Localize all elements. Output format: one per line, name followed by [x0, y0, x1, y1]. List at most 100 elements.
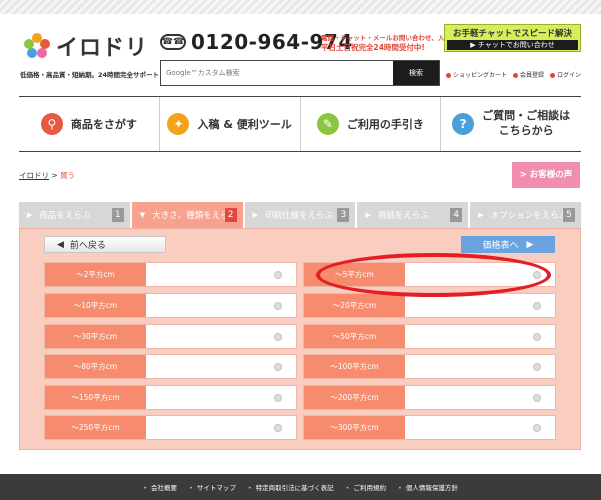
register-link[interactable]: 会員登録	[513, 70, 544, 79]
nav-item-guide[interactable]: ✎ ご利用の手引き	[301, 97, 442, 151]
step-number: 5	[562, 208, 575, 222]
step-label: 印刷仕様をえらぶ	[264, 211, 333, 221]
radio-button[interactable]	[274, 363, 282, 371]
nav-item-tools[interactable]: ✦ 入稿 & 便利ツール	[160, 97, 301, 151]
step-1[interactable]: ▶ 商品をえらぶ 1	[19, 202, 132, 228]
radio-button[interactable]	[274, 424, 282, 432]
breadcrumb-sep: >	[49, 171, 61, 180]
search-bar: 検索	[160, 60, 440, 86]
radio-button[interactable]	[533, 424, 541, 432]
bullet-icon	[446, 73, 451, 78]
radio-button[interactable]	[274, 271, 282, 279]
step-label: 用紙をえらぶ	[377, 211, 429, 221]
size-option[interactable]: 〜2平方cm	[44, 262, 297, 287]
logo[interactable]: イロドリ	[24, 30, 148, 62]
radio-button[interactable]	[533, 302, 541, 310]
size-option[interactable]: 〜250平方cm	[44, 415, 297, 440]
triangle-right-icon: ▶	[365, 211, 371, 219]
logo-flower-icon	[24, 33, 50, 59]
option-label: 〜10平方cm	[45, 294, 146, 317]
radio-button[interactable]	[274, 333, 282, 341]
option-label: 〜300平方cm	[304, 416, 405, 439]
option-label: 〜100平方cm	[304, 355, 405, 378]
option-label: 〜20平方cm	[304, 294, 405, 317]
main-nav: ⚲ 商品をさがす ✦ 入稿 & 便利ツール ✎ ご利用の手引き ? ご質問・ご相…	[19, 96, 581, 152]
radio-button[interactable]	[533, 394, 541, 402]
step-tabs: ▶ 商品をえらぶ 1 ▼ 大きさ、種類をえらぶ 2 ▶ 印刷仕様をえらぶ 3 ▶ 用紙をえらぶ…	[19, 202, 581, 228]
option-label: 〜150平方cm	[45, 386, 146, 409]
footer-link-company[interactable]: 会社概要	[143, 482, 177, 492]
size-option[interactable]: 〜50平方cm	[303, 324, 556, 349]
question-icon: ?	[452, 113, 475, 135]
top-stripe	[0, 0, 601, 14]
back-button-label: 前へ戻る	[69, 241, 106, 251]
nav-item-products[interactable]: ⚲ 商品をさがす	[19, 97, 160, 151]
size-option[interactable]: 〜150平方cm	[44, 385, 297, 410]
phone-note: 電話・チャット・メールお問い合わせ、入稿	[321, 34, 451, 42]
size-option[interactable]: 〜10平方cm	[44, 293, 297, 318]
option-label: 〜80平方cm	[45, 355, 146, 378]
nav-label: ご利用の手引き	[346, 118, 424, 131]
size-option[interactable]: 〜5平方cm	[303, 262, 556, 287]
option-label: 〜250平方cm	[45, 416, 146, 439]
size-option[interactable]: 〜300平方cm	[303, 415, 556, 440]
price-table-button[interactable]: 価格表へ ▶	[461, 236, 555, 253]
size-option[interactable]: 〜100平方cm	[303, 354, 556, 379]
step-3[interactable]: ▶ 印刷仕様をえらぶ 3	[244, 202, 358, 228]
triangle-left-icon: ◀	[57, 239, 64, 250]
pencil-icon: ✎	[316, 113, 339, 135]
breadcrumb: イロドリ > 貿う	[19, 170, 75, 181]
triangle-right-icon: ▶	[252, 211, 258, 219]
triangle-right-icon: ▶	[526, 239, 534, 250]
triangle-down-icon: ▼	[139, 211, 146, 219]
nav-label: ご質問・ご相談は こちらから	[482, 109, 571, 137]
breadcrumb-home[interactable]: イロドリ	[19, 171, 49, 180]
tagline: 低価格・高品質・短納期。24時間完全サポート	[20, 71, 160, 79]
radio-button[interactable]	[533, 271, 541, 279]
step-4[interactable]: ▶ 用紙をえらぶ 4	[357, 202, 471, 228]
lightbulb-icon: ✦	[167, 113, 190, 135]
size-option[interactable]: 〜200平方cm	[303, 385, 556, 410]
header-links: ショッピングカート 会員登録 ログイン	[446, 70, 581, 79]
back-button[interactable]: ◀ 前へ戻る	[44, 236, 166, 253]
option-label: 〜5平方cm	[304, 263, 405, 286]
nav-item-contact[interactable]: ? ご質問・ご相談は こちらから	[441, 97, 581, 151]
footer-link-terms[interactable]: ご利用規約	[346, 482, 387, 492]
radio-button[interactable]	[274, 302, 282, 310]
step-number: 3	[337, 208, 350, 222]
customer-voice-button[interactable]: > お客様の声	[512, 162, 580, 188]
search-icon: ⚲	[40, 113, 63, 135]
search-button[interactable]: 検索	[393, 61, 439, 85]
breadcrumb-current: 貿う	[60, 171, 76, 180]
step-5[interactable]: ▶ オプションをえらぶ 5	[470, 202, 581, 228]
chat-button[interactable]: ▶ チャットでお問い合わせ	[447, 40, 578, 50]
step-number: 4	[450, 208, 463, 222]
option-label: 〜50平方cm	[304, 325, 405, 348]
size-option[interactable]: 〜80平方cm	[44, 354, 297, 379]
triangle-right-icon: ▶	[27, 211, 33, 219]
logo-text: イロドリ	[56, 36, 149, 61]
footer-link-legal[interactable]: 特定商取引法に基づく表記	[248, 482, 334, 492]
cart-link[interactable]: ショッピングカート	[446, 70, 507, 79]
bullet-icon	[513, 73, 519, 78]
step-2[interactable]: ▼ 大きさ、種類をえらぶ 2	[131, 202, 245, 228]
footer-link-sitemap[interactable]: サイトマップ	[189, 482, 236, 492]
step-number: 2	[224, 208, 237, 222]
triangle-right-icon: ▶	[478, 211, 484, 219]
phone-hours: 平日土日祝完全24時間受付中!	[321, 43, 425, 52]
radio-button[interactable]	[533, 363, 541, 371]
search-input[interactable]	[164, 64, 392, 82]
radio-button[interactable]	[274, 394, 282, 402]
step-number: 1	[111, 208, 124, 222]
step-label: 商品をえらぶ	[39, 211, 91, 221]
login-link[interactable]: ログイン	[550, 70, 581, 79]
size-option[interactable]: 〜20平方cm	[303, 293, 556, 318]
radio-button[interactable]	[533, 333, 541, 341]
size-option[interactable]: 〜30平方cm	[44, 324, 297, 349]
free-dial-icon: ☎☎	[160, 34, 186, 50]
footer-link-privacy[interactable]: 個人情報保護方針	[398, 482, 458, 492]
bullet-icon	[550, 73, 556, 78]
step-label: オプションをえらぶ	[490, 211, 568, 221]
chat-title: お手軽チャットでスピード解決	[453, 29, 572, 39]
option-label: 〜2平方cm	[45, 263, 146, 286]
